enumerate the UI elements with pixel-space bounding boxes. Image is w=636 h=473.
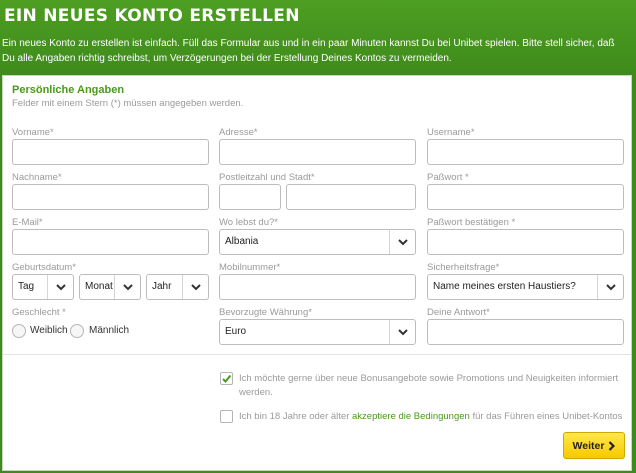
last-name-input[interactable] (12, 184, 209, 210)
terms-text-pre: Ich bin 18 Jahre oder älter (239, 411, 353, 422)
email-input[interactable] (12, 229, 209, 255)
security-question-value: Name meines ersten Haustiers? (433, 281, 576, 292)
divider (3, 354, 631, 355)
terms-consent-text: Ich bin 18 Jahre oder älter akzeptiere d… (239, 410, 629, 424)
security-answer-input[interactable] (427, 319, 624, 345)
promo-checkbox[interactable] (220, 372, 233, 385)
country-label: Wo lebst du?* (219, 217, 278, 228)
gender-male-radio[interactable] (70, 324, 84, 338)
terms-checkbox[interactable] (220, 410, 233, 423)
chevron-down-icon (389, 230, 415, 254)
registration-form-panel: Persönliche Angaben Felder mit einem Ste… (2, 75, 632, 471)
birth-year-select[interactable]: Jahr (146, 274, 209, 300)
password-confirm-label: Paßwort bestätigen * (427, 217, 516, 228)
address-label: Adresse* (219, 127, 258, 138)
first-name-label: Vorname* (12, 127, 54, 138)
country-select[interactable]: Albania (219, 229, 416, 255)
chevron-down-icon (597, 275, 623, 299)
zip-input[interactable] (219, 184, 281, 210)
last-name-label: Nachname* (12, 172, 62, 183)
chevron-down-icon (182, 275, 208, 299)
promo-consent-text: Ich möchte gerne über neue Bonusangebote… (239, 373, 619, 398)
gender-female-radio[interactable] (12, 324, 26, 338)
intro-text: Ein neues Konto zu erstellen ist einfach… (2, 38, 615, 64)
currency-select[interactable]: Euro (219, 319, 416, 345)
city-input[interactable] (286, 184, 416, 210)
email-label: E-Mail* (12, 217, 43, 228)
next-button[interactable]: Weiter (563, 432, 625, 459)
next-button-label: Weiter (572, 439, 605, 452)
required-hint: Felder mit einem Stern (*) müssen angege… (12, 98, 244, 109)
birth-day-select[interactable]: Tag (12, 274, 74, 300)
birth-day-value: Tag (18, 281, 35, 292)
first-name-input[interactable] (12, 139, 209, 165)
password-confirm-input[interactable] (427, 229, 624, 255)
birth-year-value: Jahr (152, 281, 172, 292)
terms-link[interactable]: akzeptiere die Bedingungen (352, 411, 470, 422)
password-input[interactable] (427, 184, 624, 210)
section-title: Persönliche Angaben (12, 84, 125, 96)
page-title: EIN NEUES KONTO ERSTELLEN (4, 6, 300, 26)
zip-city-label: Postleitzahl und Stadt* (219, 172, 315, 183)
check-icon (222, 374, 232, 383)
address-input[interactable] (219, 139, 416, 165)
birth-month-select[interactable]: Monat (79, 274, 141, 300)
chevron-down-icon (389, 320, 415, 344)
terms-text-post: für das Führen eines Unibet-Kontos (469, 411, 623, 422)
username-input[interactable] (427, 139, 624, 165)
chevron-down-icon (114, 275, 140, 299)
security-answer-label: Deine Antwort* (427, 307, 490, 318)
username-label: Username* (427, 127, 475, 138)
mobile-input[interactable] (219, 274, 416, 300)
birth-month-value: Monat (85, 281, 113, 292)
security-question-select[interactable]: Name meines ersten Haustiers? (427, 274, 624, 300)
gender-female-label: Weiblich (30, 325, 68, 336)
birthdate-label: Geburtsdatum* (12, 262, 76, 273)
chevron-down-icon (47, 275, 73, 299)
password-label: Paßwort * (427, 172, 469, 183)
security-question-label: Sicherheitsfrage* (427, 262, 500, 273)
country-value: Albania (225, 236, 259, 247)
chevron-right-icon (609, 440, 616, 451)
mobile-label: Mobilnummer* (219, 262, 281, 273)
currency-value: Euro (225, 326, 247, 337)
currency-label: Bevorzugte Währung* (219, 307, 312, 318)
gender-male-label: Männlich (89, 325, 130, 336)
gender-label: Geschlecht * (12, 307, 66, 318)
